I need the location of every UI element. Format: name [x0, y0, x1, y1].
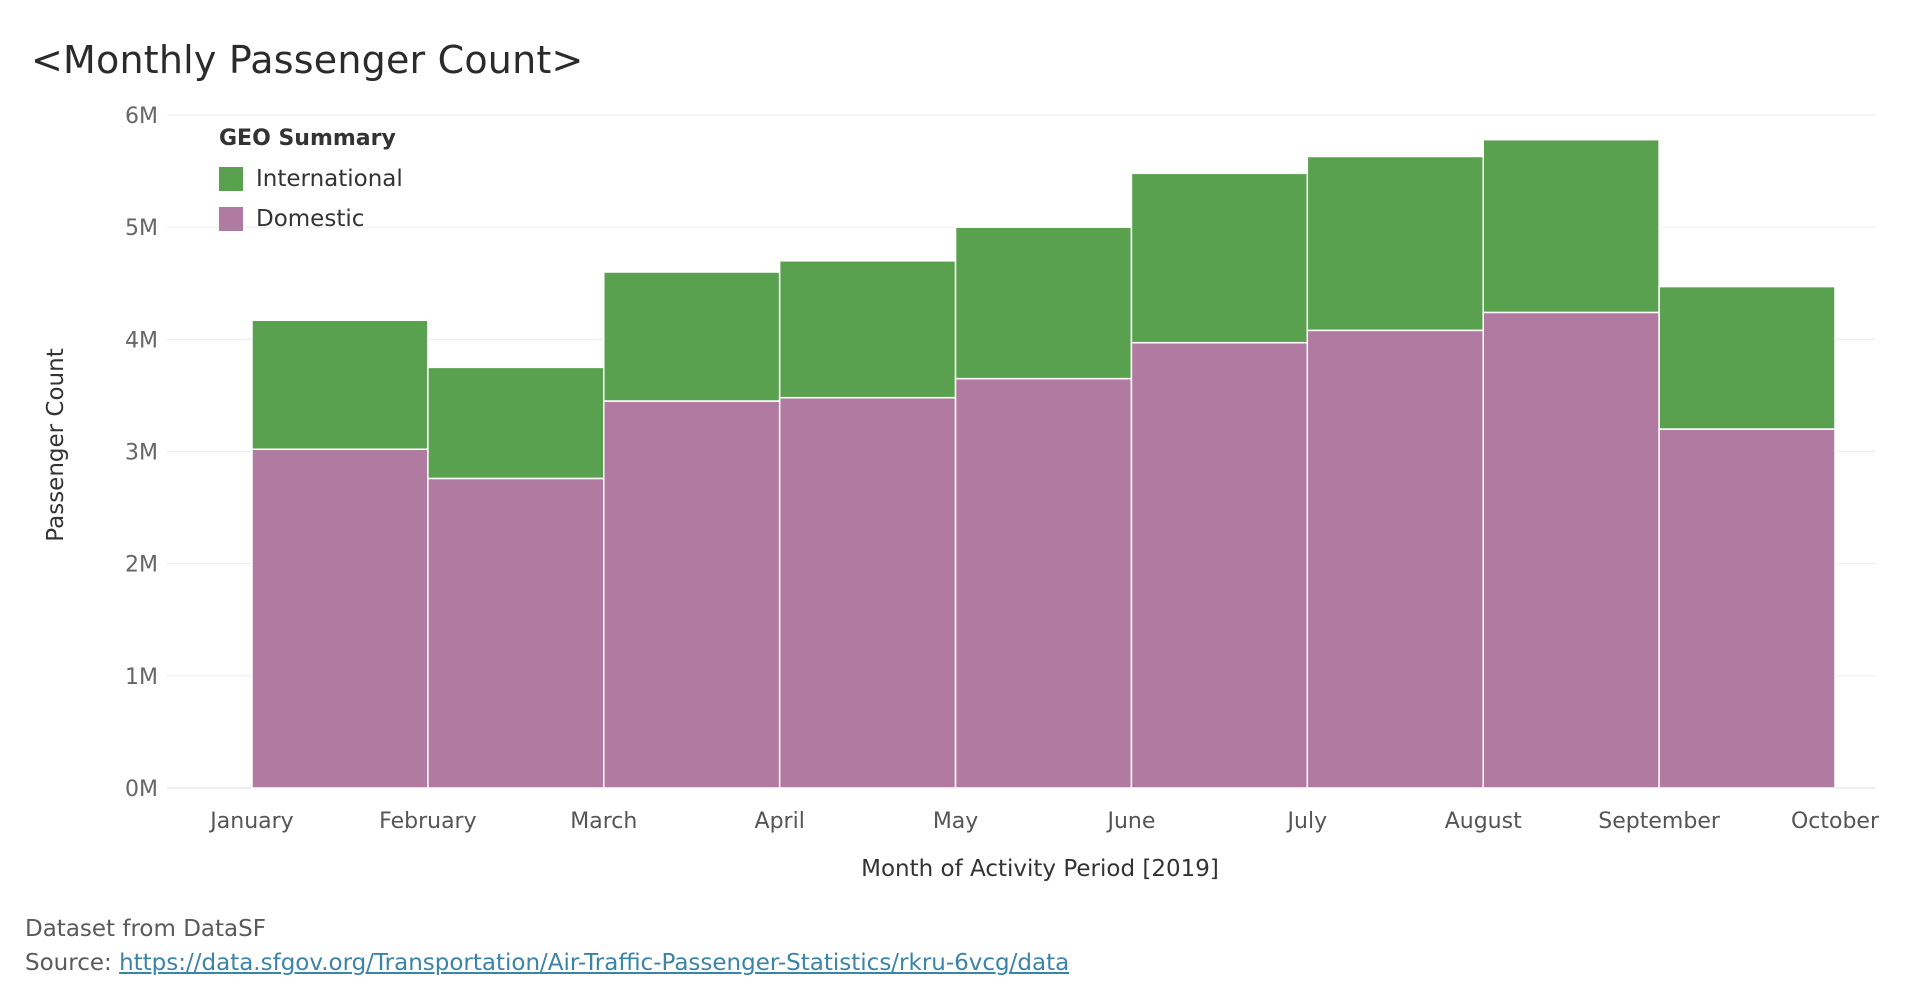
legend-item-international[interactable]: International	[219, 159, 403, 199]
y-axis-ticks: 0M 1M 2M 3M 4M 5M 6M	[125, 104, 158, 802]
legend: GEO Summary International Domestic	[219, 126, 403, 239]
bar-domestic-september	[1658, 428, 1836, 789]
y-tick-label: 4M	[125, 328, 158, 353]
bar-domestic-july	[1306, 329, 1484, 789]
x-tick-label: June	[1105, 809, 1155, 834]
bar-international-february	[427, 366, 605, 480]
source-link[interactable]: https://data.sfgov.org/Transportation/Ai…	[119, 950, 1069, 976]
bar-international-august	[1482, 138, 1660, 314]
legend-swatch-international	[219, 167, 243, 191]
x-tick-label: September	[1598, 809, 1721, 834]
bar-international-march	[603, 271, 781, 402]
x-tick-label: July	[1286, 809, 1328, 834]
x-tick-label: October	[1791, 809, 1880, 834]
legend-label-international: International	[256, 166, 403, 192]
bar-international-june	[1130, 172, 1309, 344]
x-tick-label: January	[208, 809, 293, 834]
x-tick-label: May	[933, 809, 978, 834]
bar-international-april	[778, 260, 957, 399]
dataset-note: Dataset from DataSF	[25, 916, 266, 942]
bar-domestic-august	[1482, 311, 1660, 789]
legend-item-domestic[interactable]: Domestic	[219, 199, 403, 239]
y-axis-label: Passenger Count	[43, 348, 69, 541]
x-axis-label: Month of Activity Period [2019]	[861, 856, 1219, 882]
bar-domestic-january	[251, 448, 429, 789]
bar-international-may	[954, 226, 1133, 380]
y-tick-label: 1M	[125, 665, 158, 690]
legend-swatch-domestic	[219, 207, 243, 231]
bar-international-january	[251, 319, 429, 451]
x-tick-label: April	[755, 809, 805, 834]
y-tick-label: 0M	[125, 777, 158, 802]
y-tick-label: 6M	[125, 104, 158, 129]
y-tick-label: 5M	[125, 216, 158, 241]
x-tick-label: March	[570, 809, 637, 834]
bar-international-september	[1658, 285, 1836, 430]
bar-domestic-february	[427, 477, 605, 789]
bar-domestic-april	[778, 396, 957, 789]
x-tick-label: August	[1445, 809, 1522, 834]
bar-domestic-june	[1130, 341, 1309, 789]
source-line: Source: https://data.sfgov.org/Transport…	[25, 946, 1069, 980]
source-label: Source:	[25, 950, 120, 976]
bar-domestic-may	[954, 377, 1133, 789]
y-tick-label: 3M	[125, 441, 158, 466]
x-axis-ticks: January February March April May June July Augu…	[208, 809, 1880, 834]
legend-label-domestic: Domestic	[256, 206, 365, 232]
bar-international-july	[1306, 155, 1484, 332]
bars	[251, 138, 1836, 789]
legend-title: GEO Summary	[219, 126, 396, 151]
bar-domestic-march	[603, 400, 781, 789]
x-tick-label: February	[379, 809, 477, 834]
footer: Dataset from DataSF Source: https://data…	[25, 912, 1069, 980]
y-tick-label: 2M	[125, 553, 158, 578]
